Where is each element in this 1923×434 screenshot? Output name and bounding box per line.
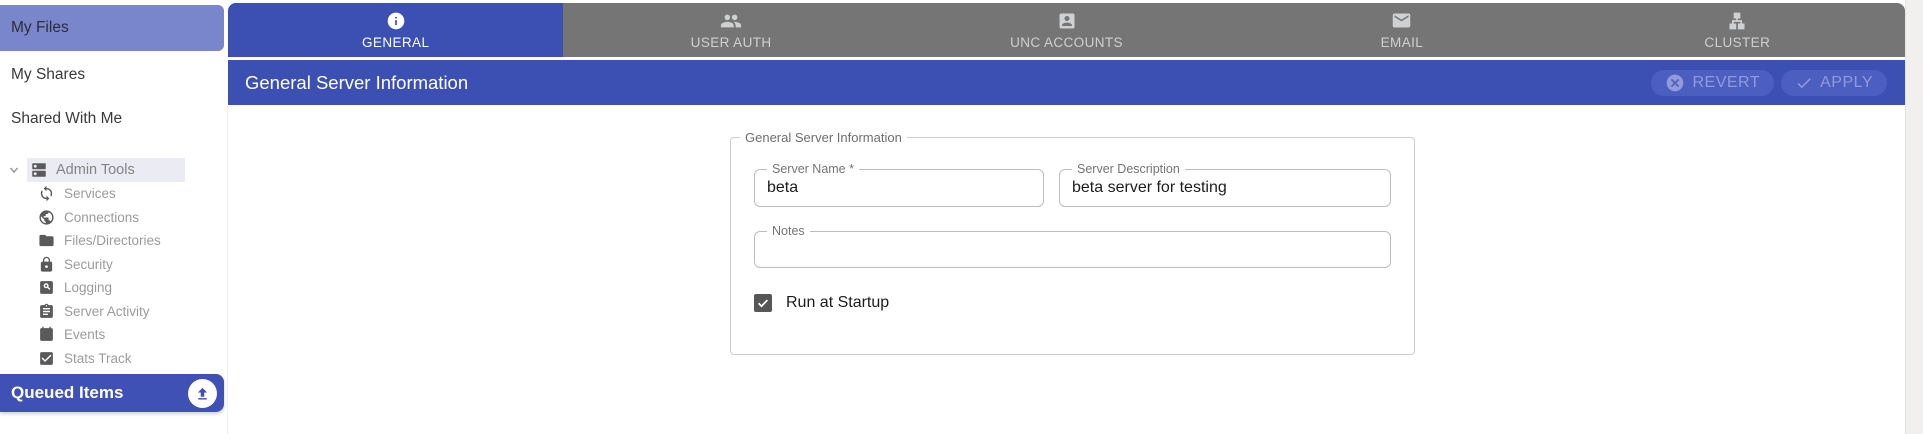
tree-item-label: Security [64, 256, 113, 272]
check-icon [1795, 74, 1813, 92]
account-box-icon [1057, 11, 1077, 31]
tab-general[interactable]: GENERAL [228, 3, 564, 57]
group-legend: General Server Information [740, 130, 907, 145]
header-actions: REVERT APPLY [1651, 60, 1887, 105]
calendar-icon [38, 326, 55, 343]
lock-icon [38, 256, 55, 273]
sidebar-item-my-files[interactable]: My Files [0, 5, 224, 51]
tree-item-label: Server Activity [64, 303, 150, 319]
sidebar-item-label: My Files [11, 19, 69, 36]
tree-item-label: Stats Track [64, 350, 132, 366]
dns-icon [30, 161, 48, 179]
revert-label: REVERT [1692, 73, 1761, 91]
cancel-circle-icon [1665, 73, 1685, 93]
sidebar-item-label: My Shares [11, 66, 86, 83]
tree-item-security[interactable]: Security [0, 253, 224, 277]
info-icon [386, 11, 406, 31]
main-content: General Server Information Server Name *… [228, 105, 1905, 434]
chevron-down-icon[interactable] [0, 165, 27, 175]
notes-label: Notes [767, 224, 810, 238]
tab-bar: GENERAL USER AUTH UNC ACCOUNTS EMAIL CLU… [228, 3, 1905, 57]
tree-item-label: Files/Directories [64, 233, 161, 249]
folder-icon [38, 232, 55, 249]
tree-item-label: Services [64, 186, 116, 202]
tree-item-connections[interactable]: Connections [0, 206, 224, 230]
tree-item-label: Admin Tools [56, 162, 135, 178]
sidebar-item-label: Shared With Me [11, 110, 123, 127]
server-description-label: Server Description [1072, 162, 1185, 176]
tree-item-label: Connections [64, 209, 140, 225]
run-at-startup-checkbox[interactable] [754, 294, 772, 312]
queued-items-button[interactable]: Queued Items [0, 374, 224, 412]
server-description-field: Server Description [1059, 162, 1391, 207]
revert-button[interactable]: REVERT [1651, 69, 1775, 96]
app-window: My Files My Shares Shared With Me Admin … [0, 0, 1923, 434]
sidebar-item-shared-with-me[interactable]: Shared With Me [0, 104, 224, 134]
page-title: General Server Information [245, 71, 469, 93]
queued-items-label: Queued Items [11, 383, 124, 402]
scrollbar-gutter[interactable] [1905, 0, 1923, 434]
sidebar: My Files My Shares Shared With Me Admin … [0, 0, 224, 434]
tree-item-events[interactable]: Events [0, 323, 224, 347]
server-name-field: Server Name * [754, 162, 1044, 207]
cloud-upload-icon [188, 378, 217, 408]
globe-icon [38, 209, 55, 226]
tree-item-admin-tools[interactable]: Admin Tools [0, 158, 224, 182]
email-icon [1391, 11, 1412, 31]
tab-label: CLUSTER [1704, 34, 1771, 50]
notes-field: Notes [754, 224, 1391, 268]
general-server-information-group: General Server Information Server Name *… [730, 130, 1415, 355]
server-name-label: Server Name * [767, 162, 859, 176]
tab-unc-accounts[interactable]: UNC ACCOUNTS [899, 3, 1234, 57]
tree-item-logging[interactable]: Logging [0, 276, 224, 300]
clipboard-icon [38, 303, 55, 320]
sidebar-item-my-shares[interactable]: My Shares [0, 60, 224, 90]
sync-icon [38, 185, 55, 202]
check-box-icon [38, 350, 55, 367]
tab-email[interactable]: EMAIL [1234, 3, 1569, 57]
tab-user-auth[interactable]: USER AUTH [563, 3, 898, 57]
tab-label: GENERAL [362, 34, 430, 50]
people-icon [720, 11, 742, 31]
run-at-startup-row: Run at Startup [754, 294, 889, 312]
admin-tools-children: Services Connections Files/Directories S… [0, 182, 224, 370]
run-at-startup-label: Run at Startup [786, 294, 890, 311]
tree-item-services[interactable]: Services [0, 182, 224, 206]
tree-item-label: Events [64, 327, 106, 343]
notes-input[interactable] [755, 232, 1390, 267]
tab-cluster[interactable]: CLUSTER [1570, 3, 1905, 57]
tab-label: EMAIL [1380, 34, 1424, 50]
page-search-icon [38, 279, 55, 296]
tab-label: UNC ACCOUNTS [1010, 34, 1123, 50]
tree-item-files-directories[interactable]: Files/Directories [0, 229, 224, 253]
apply-label: APPLY [1820, 73, 1873, 91]
tree-item-server-activity[interactable]: Server Activity [0, 300, 224, 324]
section-header: General Server Information REVERT APPLY [228, 60, 1905, 105]
apply-button[interactable]: APPLY [1781, 69, 1887, 96]
cluster-icon [1727, 11, 1747, 31]
tree-item-stats-track[interactable]: Stats Track [0, 347, 224, 371]
tab-label: USER AUTH [690, 34, 772, 50]
tree-item-label: Logging [64, 280, 113, 296]
